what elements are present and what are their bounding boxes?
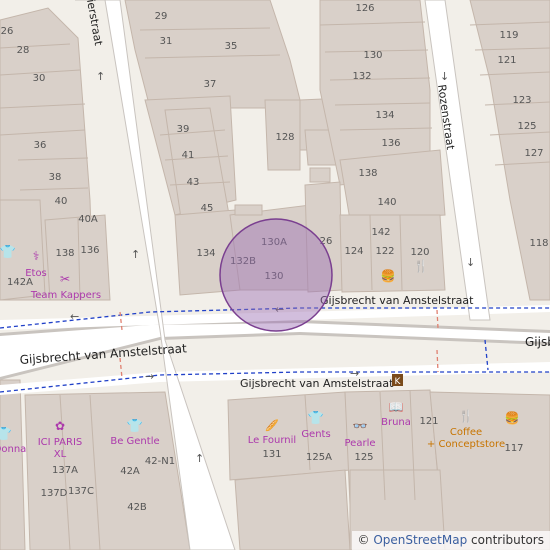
house-number: 131 [262, 449, 281, 460]
poi-label-ici-paris-1: ICI PARIS [38, 437, 83, 448]
poi-label-be-gentle: Be Gentle [110, 436, 159, 447]
house-number: 125A [306, 452, 332, 463]
poi-label-gents: Gents [301, 429, 330, 440]
books-icon: 📖 [389, 400, 404, 414]
poi-label-bruna: Bruna [381, 417, 411, 428]
house-number: 35 [225, 41, 238, 52]
house-number: 36 [34, 140, 47, 151]
cafe-icon: 🍴 [459, 409, 474, 423]
arrow-icon: ↑ [131, 248, 140, 261]
attribution: © OpenStreetMap contributors [351, 531, 550, 550]
poi-label-ici-paris-2: XL [54, 449, 67, 460]
house-number: 117 [504, 443, 523, 454]
arrow-icon: ↑ [96, 70, 105, 83]
street-label-gijsbrecht-upper: Gijsbrecht van Amstelstraat [320, 294, 474, 307]
perfume-icon: ✿ [55, 419, 65, 433]
house-number: 137D [41, 488, 68, 499]
house-number: 134 [375, 110, 394, 121]
house-number: 40 [55, 196, 68, 207]
house-number: 130 [363, 50, 382, 61]
house-number: 134 [196, 248, 215, 259]
house-number: 31 [160, 36, 173, 47]
arrow-icon: ↑ [195, 452, 204, 465]
house-number: 140 [377, 197, 396, 208]
poi-label-pearle: Pearle [345, 438, 376, 449]
clothes-icon: 👕 [0, 427, 12, 442]
house-number: 138 [55, 248, 74, 259]
poi-label-le-fournil: Le Fournil [248, 435, 296, 446]
bakery-icon: 🥖 [265, 419, 279, 432]
house-number: 121 [497, 55, 516, 66]
house-number: 132 [352, 71, 371, 82]
poi-label-coffee-1: Coffee [450, 427, 482, 438]
clothes-icon: 👕 [0, 245, 16, 260]
pharmacy-icon: ⚕ [33, 249, 40, 263]
house-number: 30 [33, 73, 46, 84]
house-number: 29 [155, 11, 168, 22]
fast-food-icon: 🍔 [505, 411, 520, 425]
house-number: 119 [499, 30, 518, 41]
house-number: 137C [68, 486, 94, 497]
house-number: 136 [381, 138, 400, 149]
house-number: 125 [354, 452, 373, 463]
house-number: 41 [182, 150, 195, 161]
house-number: 28 [17, 45, 30, 56]
house-number: 137A [52, 465, 78, 476]
street-label-gijsbrecht-lower: Gijsbrecht van Amstelstraat [240, 377, 394, 390]
house-number: 43 [187, 177, 200, 188]
arrow-icon: ↓ [440, 70, 449, 83]
map-svg[interactable]: ↑ ↑ ↓ ↓ ↑ ← ← → → Gijsbrecht van Amstels… [0, 0, 550, 550]
poi-label-team-kappers: Team Kappers [30, 290, 101, 301]
optician-icon: 👓 [353, 419, 368, 433]
clothes-icon: 👕 [127, 419, 143, 434]
house-number: 40A [78, 214, 98, 225]
arrow-icon: ↓ [466, 256, 475, 269]
house-number: 122 [375, 246, 394, 257]
house-number: 123 [512, 95, 531, 106]
house-number: 142 [371, 227, 390, 238]
house-number: 42A [120, 466, 140, 477]
house-number: 124 [344, 246, 363, 257]
arrow-icon: ← [70, 310, 79, 323]
poi-label-coffee-2: + Conceptstore [427, 439, 505, 450]
house-number: 128 [275, 132, 294, 143]
restaurant-icon: 🍴 [414, 259, 429, 273]
clothes-icon: 👕 [308, 411, 324, 426]
house-number: 125 [517, 121, 536, 132]
house-number: 138 [358, 168, 377, 179]
house-number: 121 [419, 416, 438, 427]
house-number: 126 [355, 3, 374, 14]
house-number: 26 [1, 26, 14, 37]
copyright-symbol: © [357, 533, 370, 547]
house-number: 42B [127, 502, 147, 513]
house-number: 39 [177, 124, 190, 135]
poi-label-etos: Etos [25, 268, 47, 279]
fast-food-icon: 🍔 [381, 269, 396, 283]
location-marker[interactable] [219, 218, 333, 332]
house-number: 136 [80, 245, 99, 256]
attribution-suffix: contributors [467, 533, 544, 547]
attribution-link[interactable]: OpenStreetMap [373, 533, 467, 547]
house-number: 120 [410, 247, 429, 258]
house-number: 127 [524, 148, 543, 159]
hairdresser-icon: ✂ [60, 272, 70, 286]
street-label-gijsbrecht-right: Gijsb [525, 335, 550, 349]
map-canvas[interactable]: ↑ ↑ ↓ ↓ ↑ ← ← → → Gijsbrecht van Amstels… [0, 0, 550, 550]
house-number: 42-N1 [145, 456, 175, 467]
house-number: 118 [529, 238, 548, 249]
arrow-icon: → [145, 370, 154, 383]
house-number: 38 [49, 172, 62, 183]
poi-label-donna: Donna [0, 444, 26, 455]
house-number: 45 [201, 203, 214, 214]
house-number: 37 [204, 79, 217, 90]
